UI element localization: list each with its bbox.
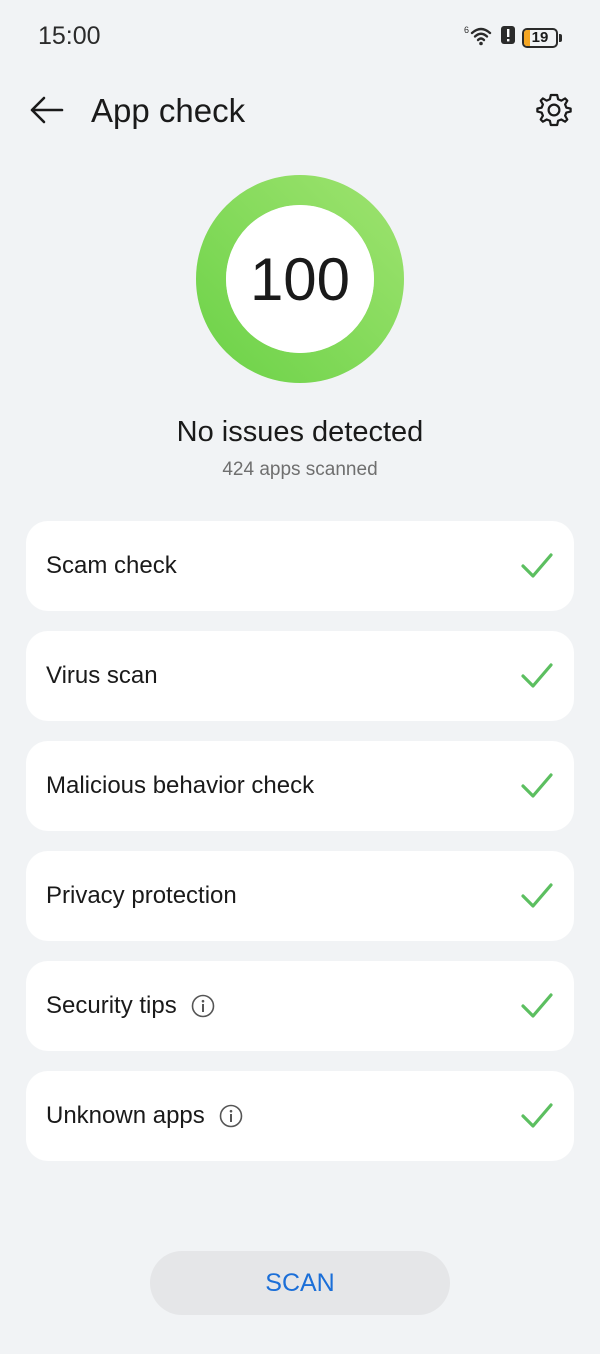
app-bar: App check — [0, 76, 600, 148]
battery-tip — [559, 33, 562, 42]
alert-badge-icon — [500, 25, 516, 50]
check-item-virus-scan[interactable]: Virus scan — [26, 631, 574, 721]
checkmark-icon — [520, 548, 554, 587]
check-item-security-tips[interactable]: Security tips — [26, 961, 574, 1051]
check-item-scam-check[interactable]: Scam check — [26, 521, 574, 611]
info-icon[interactable] — [219, 1104, 243, 1128]
scan-button[interactable]: SCAN — [150, 1251, 450, 1315]
network-generation-label: 6 — [464, 25, 469, 35]
checkmark-icon — [520, 768, 554, 807]
check-label: Scam check — [46, 552, 177, 579]
app-check-screen: 15:00 6 19 App check 100 No issues detec… — [0, 0, 600, 1354]
check-label: Privacy protection — [46, 882, 237, 909]
checkmark-icon — [520, 878, 554, 917]
status-icons: 6 19 — [464, 24, 562, 51]
settings-button[interactable] — [532, 90, 576, 134]
gear-icon — [535, 91, 573, 134]
security-score-value: 100 — [249, 245, 351, 313]
status-time: 15:00 — [38, 22, 101, 50]
check-item-unknown-apps[interactable]: Unknown apps — [26, 1071, 574, 1161]
scan-result-title: No issues detected — [176, 416, 424, 448]
check-label: Malicious behavior check — [46, 772, 315, 799]
info-icon[interactable] — [191, 994, 215, 1018]
page-title: App check — [91, 92, 246, 129]
check-item-malicious-behavior-check[interactable]: Malicious behavior check — [26, 741, 574, 831]
arrow-left-icon — [28, 95, 64, 130]
checkmark-icon — [520, 988, 554, 1027]
status-bar: 15:00 6 19 — [0, 0, 600, 76]
apps-scanned-count: 424 apps scanned — [222, 459, 378, 480]
check-item-privacy-protection[interactable]: Privacy protection — [26, 851, 574, 941]
check-label: Virus scan — [46, 662, 158, 689]
security-score-ring: 100 — [196, 175, 404, 383]
check-list: Scam check Virus scan Malicious behavior… — [26, 521, 574, 1181]
checkmark-icon — [520, 1098, 554, 1137]
check-label: Unknown apps — [46, 1102, 205, 1129]
check-label: Security tips — [46, 992, 177, 1019]
wifi-icon: 6 — [464, 24, 494, 51]
battery-fill — [524, 29, 531, 46]
checkmark-icon — [520, 658, 554, 697]
battery-level: 19 — [531, 29, 549, 46]
back-button[interactable] — [24, 90, 68, 134]
battery-icon: 19 — [522, 27, 558, 48]
